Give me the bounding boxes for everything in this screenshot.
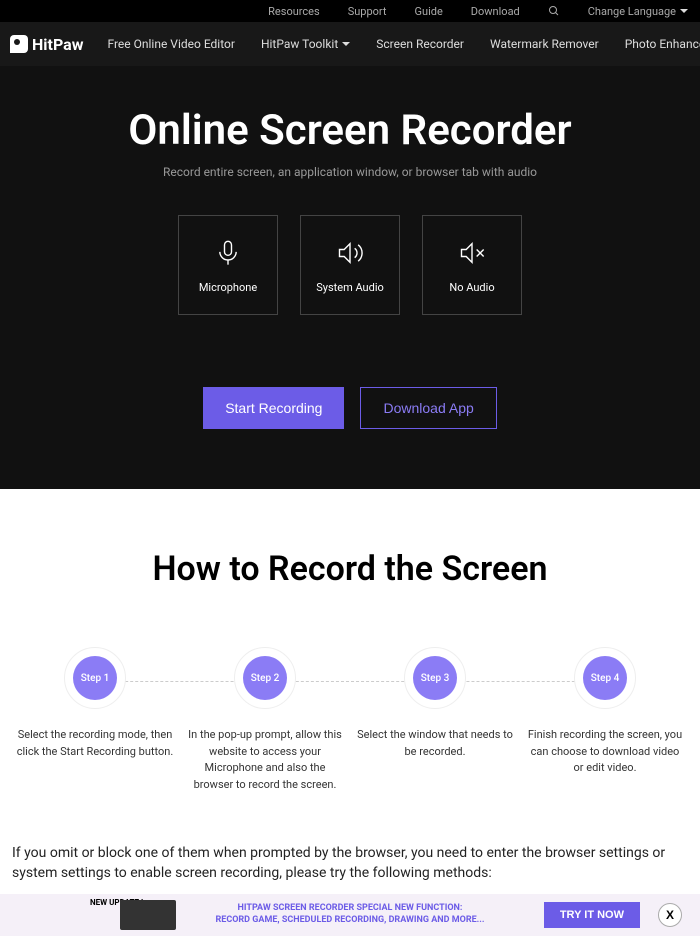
step-text: In the pop-up prompt, allow this website… [186,727,344,793]
microphone-icon [212,237,244,269]
language-selector[interactable]: Change Language [588,5,688,18]
step-badge: Step 4 [583,656,627,700]
step-text: Finish recording the screen, you can cho… [526,727,684,777]
top-bar: Resources Support Guide Download Change … [0,0,700,22]
permissions-note: If you omit or block one of them when pr… [0,833,700,886]
step-text: Select the window that needs to be recor… [356,727,514,760]
page-subtitle: Record entire screen, an application win… [20,165,680,179]
nav-watermark-remover[interactable]: Watermark Remover [490,37,599,51]
topbar-resources[interactable]: Resources [268,5,320,18]
nav-video-editor[interactable]: Free Online Video Editor [107,37,234,51]
brand-logo[interactable]: HitPaw [10,35,83,54]
try-it-now-button[interactable]: TRY IT NOW [544,902,640,928]
download-app-button[interactable]: Download App [360,387,496,429]
step-2: Step 2 In the pop-up prompt, allow this … [180,647,350,793]
start-recording-button[interactable]: Start Recording [203,387,344,429]
chevron-down-icon [342,42,350,46]
logo-icon [10,35,28,53]
step-4: Step 4 Finish recording the screen, you … [520,647,690,793]
topbar-guide[interactable]: Guide [415,5,443,18]
option-system-audio[interactable]: System Audio [300,215,400,315]
speaker-icon [334,237,366,269]
speaker-mute-icon [456,237,488,269]
step-badge: Step 2 [243,656,287,700]
banner-text: HITPAW SCREEN RECORDER SPECIAL NEW FUNCT… [215,903,484,926]
step-text: Select the recording mode, then click th… [16,727,174,760]
step-3: Step 3 Select the window that needs to b… [350,647,520,793]
banner-thumbnail [120,900,176,930]
page-title: Online Screen Recorder [20,106,680,155]
step-1: Step 1 Select the recording mode, then c… [10,647,180,793]
howto-title: How to Record the Screen [10,549,690,589]
option-no-audio[interactable]: No Audio [422,215,522,315]
option-microphone[interactable]: Microphone [178,215,278,315]
nav-screen-recorder[interactable]: Screen Recorder [376,37,464,51]
search-icon[interactable] [548,5,560,17]
nav-photo-enhancer[interactable]: Photo Enhancer [625,37,700,51]
step-badge: Step 1 [73,656,117,700]
chevron-down-icon [680,9,688,13]
how-to-section: How to Record the Screen Step 1 Select t… [0,489,700,833]
nav-toolkit[interactable]: HitPaw Toolkit [261,37,350,51]
promo-banner: NEW UPDATE ! HITPAW SCREEN RECORDER SPEC… [0,894,700,936]
close-banner-button[interactable]: X [658,903,682,927]
hero-section: Online Screen Recorder Record entire scr… [0,66,700,489]
topbar-download[interactable]: Download [471,5,520,18]
main-nav: HitPaw Free Online Video Editor HitPaw T… [0,22,700,66]
topbar-support[interactable]: Support [348,5,387,18]
step-badge: Step 3 [413,656,457,700]
